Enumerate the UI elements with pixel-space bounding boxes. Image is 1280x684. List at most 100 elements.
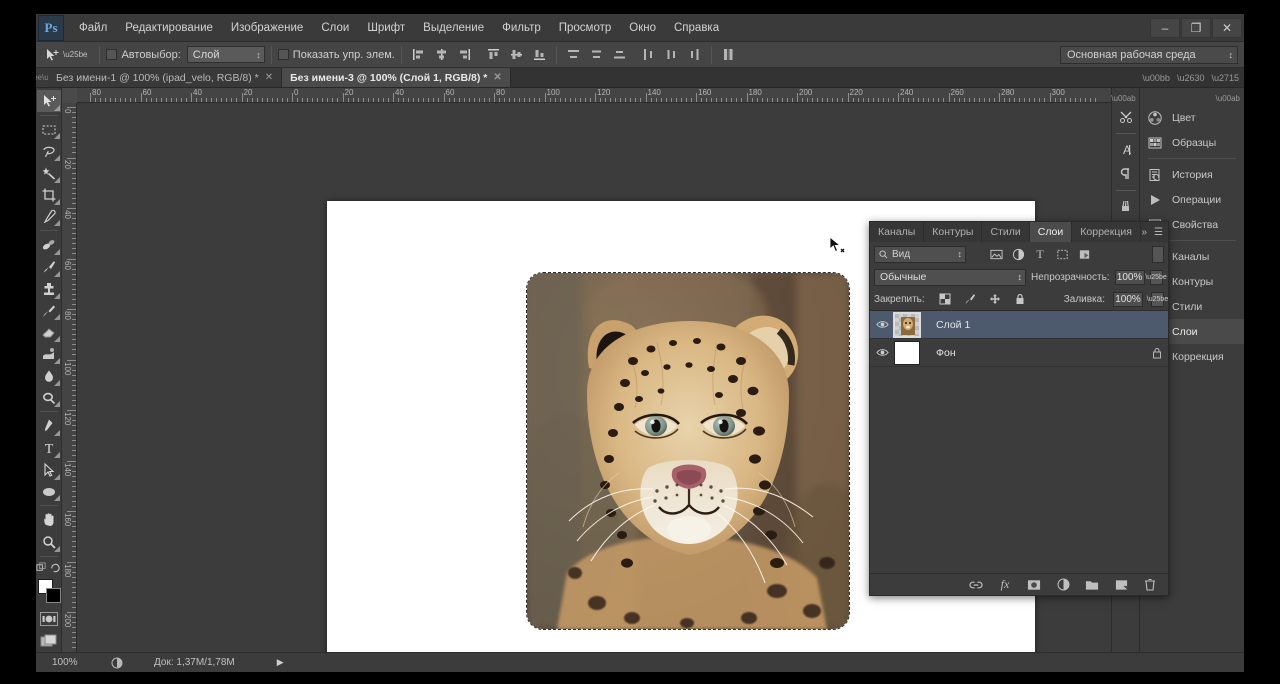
reset-tools-icon[interactable] — [50, 562, 61, 573]
lock-position-icon[interactable] — [987, 291, 1003, 307]
distribute-horizontal-centers-icon[interactable] — [661, 45, 682, 65]
menu-item-edit[interactable]: Редактирование — [116, 17, 222, 39]
document-tab-2-close-icon[interactable]: ✕ — [493, 72, 501, 83]
tool-eyedropper[interactable] — [37, 206, 61, 228]
lock-transparency-icon[interactable] — [937, 291, 953, 307]
color-swatches[interactable] — [37, 578, 61, 605]
tool-dodge[interactable] — [37, 387, 61, 409]
tool-type[interactable]: T — [37, 437, 61, 459]
menu-item-layers[interactable]: Слои — [312, 17, 358, 39]
document-tab-1-close-icon[interactable]: ✕ — [265, 72, 273, 83]
align-vertical-centers-icon[interactable] — [506, 45, 527, 65]
layers-list[interactable]: Слой 1 Фон — [870, 310, 1168, 573]
layer-visibility-icon-2[interactable] — [872, 347, 892, 358]
document-tab-2[interactable]: Без имени-3 @ 100% (Слой 1, RGB/8) * ✕ — [282, 68, 511, 87]
dock-item-history[interactable]: История — [1140, 162, 1244, 187]
new-adjustment-layer-icon[interactable] — [1055, 577, 1071, 593]
zoom-level[interactable]: 100% — [52, 657, 104, 668]
blend-mode-dropdown[interactable]: Обычные — [874, 268, 1026, 286]
tool-crop[interactable] — [37, 184, 61, 206]
tool-eraser[interactable] — [37, 321, 61, 343]
layer-thumbnail-2[interactable] — [894, 340, 920, 365]
menu-item-filter[interactable]: Фильтр — [493, 17, 550, 39]
new-group-icon[interactable] — [1084, 577, 1100, 593]
align-bottom-edges-icon[interactable] — [529, 45, 550, 65]
distribute-bottom-edges-icon[interactable] — [609, 45, 630, 65]
layer-filter-enable-toggle[interactable] — [1152, 245, 1164, 263]
tool-healing-brush[interactable] — [37, 234, 61, 256]
tool-rectangular-marquee[interactable] — [37, 119, 61, 141]
fill-value[interactable]: 100% — [1113, 291, 1143, 307]
menu-item-image[interactable]: Изображение — [222, 17, 312, 39]
paragraph-panel-icon[interactable] — [1113, 162, 1139, 186]
panel-collapse-icon[interactable]: » — [1141, 227, 1147, 238]
dock-collapse-row[interactable]: \u00ab — [1140, 91, 1244, 105]
layers-panel[interactable]: Каналы Контуры Стили Слои Коррекция » ☰ … — [869, 221, 1169, 596]
quick-mask-toggle[interactable] — [37, 608, 61, 630]
tool-path-selection[interactable] — [37, 459, 61, 481]
close-button[interactable]: ✕ — [1212, 18, 1242, 38]
tab-menu-icon[interactable]: \u2630 — [1177, 73, 1205, 83]
leopard-image-layer[interactable] — [526, 272, 850, 630]
panel-tab-channels[interactable]: Каналы — [870, 222, 925, 242]
tab-close-all-icon[interactable]: \u2715 — [1211, 73, 1239, 83]
tool-magic-wand[interactable] — [37, 162, 61, 184]
document-tab-1[interactable]: Без имени-1 @ 100% (ipad_velo, RGB/8) * … — [48, 68, 283, 87]
new-layer-icon[interactable] — [1113, 577, 1129, 593]
delete-layer-icon[interactable] — [1142, 577, 1158, 593]
panel-tab-paths[interactable]: Контуры — [924, 222, 983, 242]
distribute-top-edges-icon[interactable] — [563, 45, 584, 65]
auto-select-dropdown[interactable]: Слой — [186, 46, 265, 63]
distribute-vertical-centers-icon[interactable] — [586, 45, 607, 65]
canvas-area[interactable]: 80 60 40 20 0 20 40 60 80 100 120 140 160 180 200 220 24… — [62, 88, 1244, 652]
tool-ellipse-shape[interactable] — [37, 481, 61, 503]
dock-item-actions[interactable]: Операции — [1140, 187, 1244, 212]
tool-preset-caret-icon[interactable]: \u25be — [63, 50, 87, 59]
opacity-stepper[interactable]: \u25be — [1145, 269, 1167, 285]
status-expand-arrow-icon[interactable]: ▶ — [277, 657, 284, 668]
tool-move[interactable] — [36, 90, 61, 112]
opacity-value[interactable]: 100% — [1114, 269, 1145, 285]
distribute-right-edges-icon[interactable] — [684, 45, 705, 65]
lock-all-icon[interactable] — [1012, 291, 1028, 307]
layer-filter-dropdown[interactable]: Вид — [874, 245, 966, 263]
link-layers-icon[interactable] — [968, 577, 984, 593]
layer-thumbnail-1[interactable] — [893, 311, 921, 338]
workspace-dropdown[interactable]: Основная рабочая среда — [1060, 46, 1238, 64]
tool-hand[interactable] — [37, 509, 61, 531]
filter-type-icon[interactable]: T — [1032, 246, 1048, 262]
background-color-swatch[interactable] — [45, 587, 61, 603]
panel-tab-styles[interactable]: Стили — [982, 222, 1030, 242]
align-right-edges-icon[interactable] — [454, 45, 475, 65]
tool-clone-stamp[interactable] — [37, 278, 61, 300]
tool-gradient[interactable] — [37, 343, 61, 365]
minimize-button[interactable]: – — [1150, 18, 1180, 38]
menu-item-file[interactable]: Файл — [70, 17, 116, 39]
status-preview-icon[interactable] — [104, 657, 130, 669]
menu-item-window[interactable]: Окно — [620, 17, 665, 39]
panel-tab-layers[interactable]: Слои — [1029, 222, 1073, 242]
menu-item-help[interactable]: Справка — [665, 17, 728, 39]
layer-name-2[interactable]: Фон — [936, 347, 956, 359]
align-top-edges-icon[interactable] — [483, 45, 504, 65]
tab-collapse-icon[interactable]: \u00bb — [1142, 73, 1170, 83]
tools-settings-icon[interactable] — [1113, 105, 1139, 129]
menu-item-select[interactable]: Выделение — [414, 17, 493, 39]
layer-visibility-icon-1[interactable] — [872, 319, 892, 330]
filter-adjustment-icon[interactable] — [1010, 246, 1026, 262]
layer-name-1[interactable]: Слой 1 — [936, 319, 970, 331]
filter-shape-icon[interactable] — [1054, 246, 1070, 262]
layer-row-1[interactable]: Слой 1 — [870, 311, 1168, 339]
screen-mode-toggle[interactable] — [37, 630, 61, 652]
dock-item-color[interactable]: Цвет — [1140, 105, 1244, 130]
layer-style-fx-icon[interactable]: fx — [997, 577, 1013, 593]
filter-smart-object-icon[interactable] — [1076, 246, 1092, 262]
menu-item-view[interactable]: Просмотр — [550, 17, 621, 39]
auto-select-checkbox[interactable] — [106, 49, 118, 60]
edit-toolbar-icon[interactable] — [36, 562, 47, 573]
filter-pixel-icon[interactable] — [988, 246, 1004, 262]
tool-lasso[interactable] — [37, 140, 61, 162]
fill-stepper[interactable]: \u25be — [1147, 291, 1168, 307]
tool-blur[interactable] — [37, 365, 61, 387]
ruler-corner[interactable] — [62, 88, 77, 103]
